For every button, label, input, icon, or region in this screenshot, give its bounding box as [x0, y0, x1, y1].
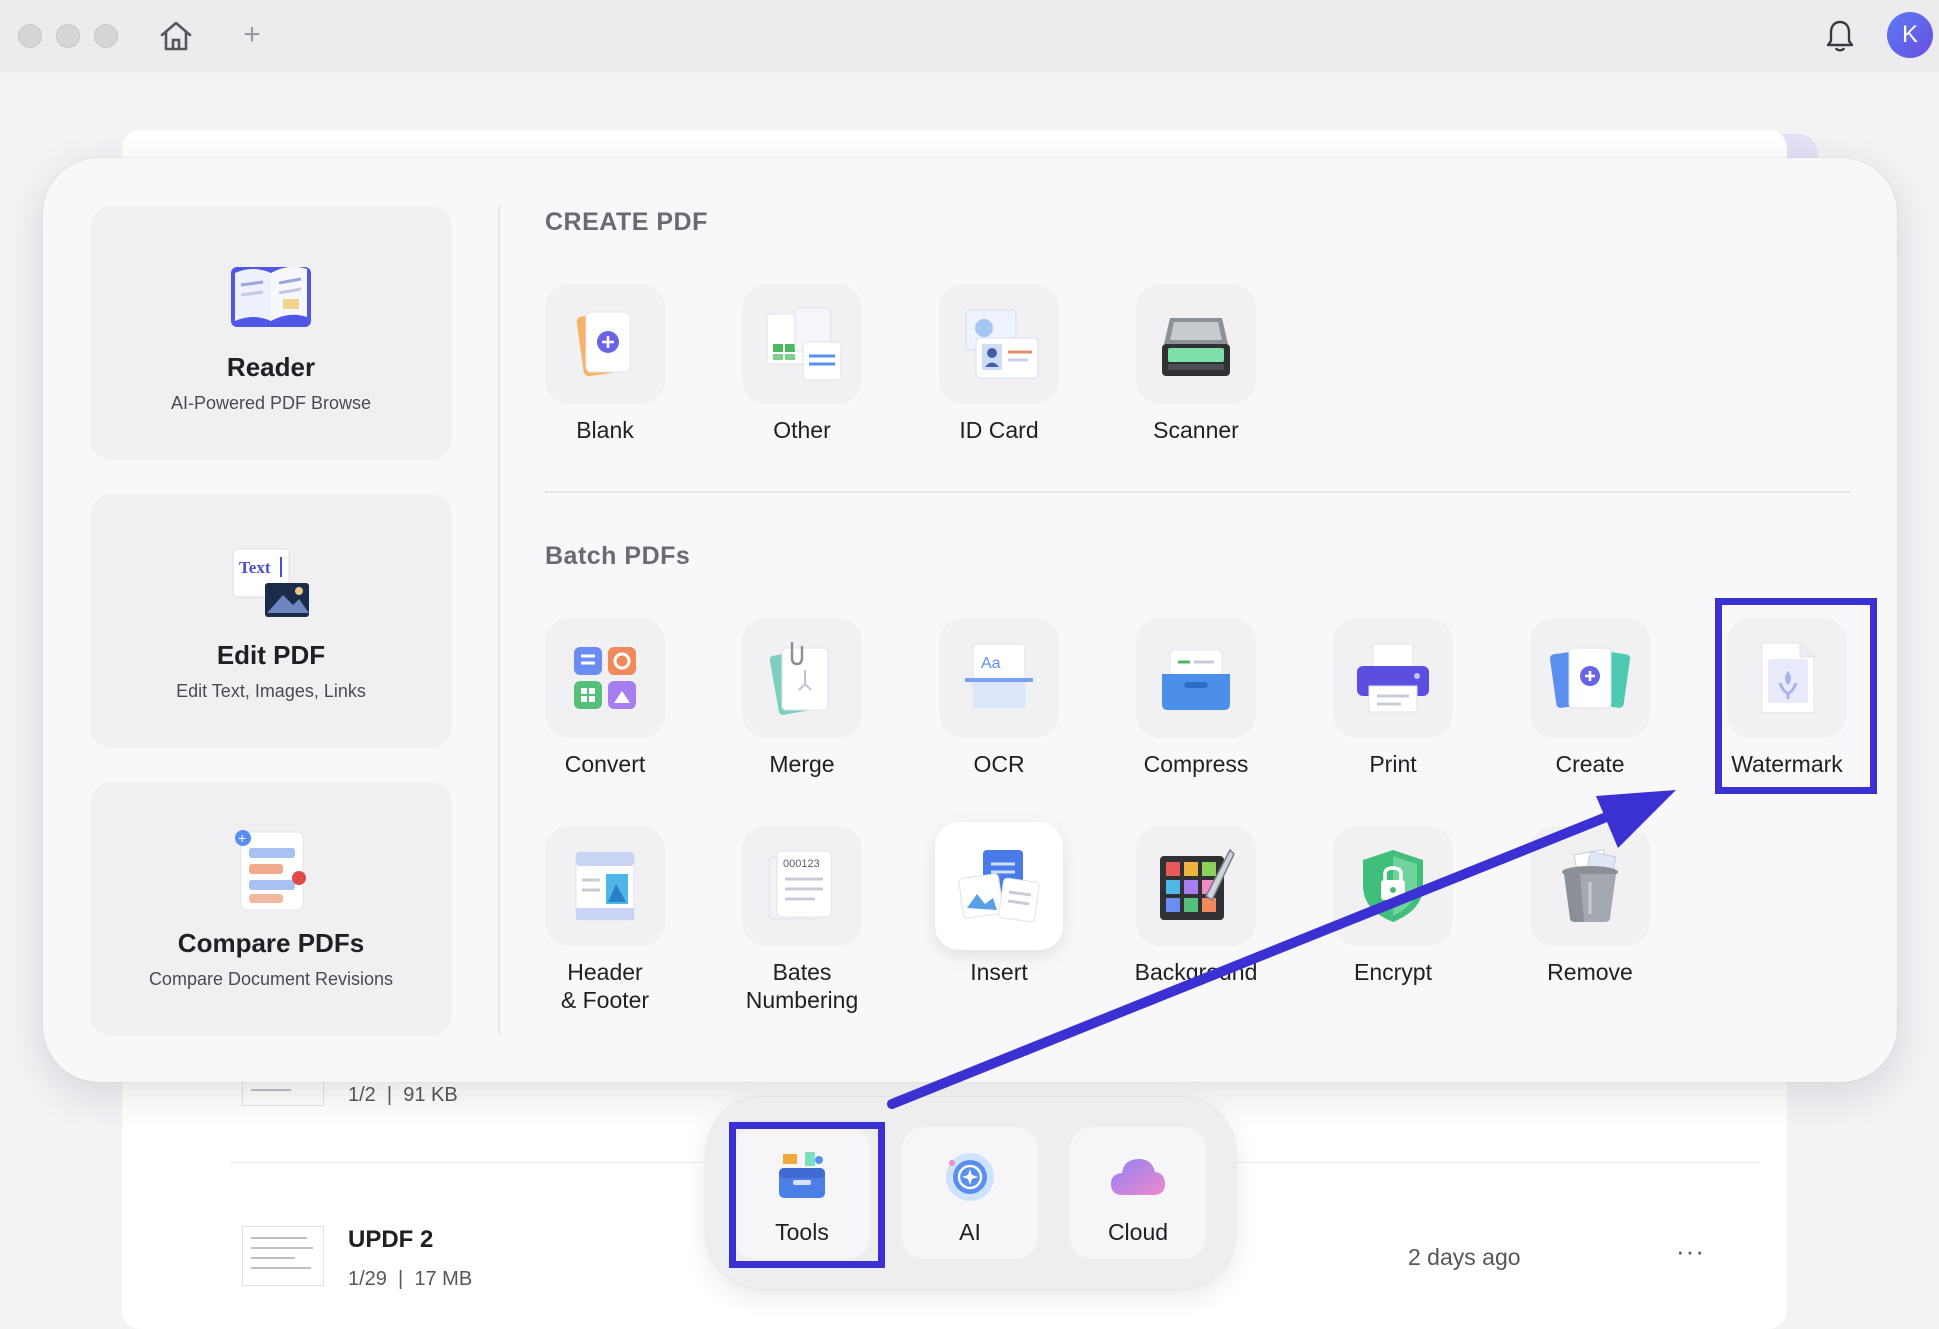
ocr-icon: Aa	[939, 618, 1059, 738]
tool-id-card[interactable]: ID Card	[900, 284, 1098, 464]
tool-label: Remove	[1547, 959, 1633, 985]
tool-header-footer[interactable]: Header & Footer	[506, 826, 704, 1013]
bates-numbering-icon: 000123	[742, 826, 862, 946]
edit-pdf-icon: Text	[229, 538, 313, 628]
edit-pdf-title: Edit PDF	[216, 640, 326, 670]
tool-label: Bates Numbering	[745, 959, 859, 1013]
tool-other[interactable]: Other	[703, 284, 901, 464]
encrypt-icon	[1333, 826, 1453, 946]
file-thumbnail	[242, 1226, 324, 1286]
tool-bates-numbering[interactable]: 000123 Bates Numbering	[703, 826, 901, 1013]
svg-text:Text: Text	[239, 558, 271, 577]
scanner-icon	[1136, 284, 1256, 404]
user-avatar[interactable]: K	[1887, 12, 1933, 58]
create-pdf-heading: CREATE PDF	[545, 208, 708, 236]
tool-label: Create	[1555, 751, 1625, 777]
tool-label: Background	[1134, 959, 1258, 985]
notification-bell-icon[interactable]	[1822, 16, 1858, 56]
dock-cloud-button[interactable]: Cloud	[1070, 1127, 1206, 1259]
tool-label: Insert	[970, 959, 1028, 985]
other-icon	[742, 284, 862, 404]
close-window-button[interactable]	[18, 24, 42, 48]
create-icon	[1530, 618, 1650, 738]
tool-print[interactable]: Print	[1294, 618, 1492, 798]
compress-icon	[1136, 618, 1256, 738]
tools-highlight-box	[729, 1122, 885, 1268]
compare-pdfs-title: Compare PDFs	[177, 928, 365, 958]
print-icon	[1333, 618, 1453, 738]
file-date: 2 days ago	[1408, 1244, 1521, 1270]
more-options-icon[interactable]: ···	[1676, 1236, 1705, 1267]
title-bar: + K	[0, 0, 1939, 72]
tool-label: Merge	[769, 751, 835, 777]
svg-text:000123: 000123	[783, 858, 820, 870]
tool-label: Convert	[564, 751, 646, 777]
compare-pdfs-icon: +	[231, 826, 311, 916]
ai-icon	[942, 1149, 998, 1205]
tool-background[interactable]: Background	[1097, 826, 1295, 1006]
dock-label: Cloud	[1107, 1219, 1169, 1245]
dock-label: AI	[959, 1219, 981, 1245]
file-meta: 1/29 | 17 MB	[348, 1268, 473, 1290]
new-tab-button[interactable]: +	[236, 18, 268, 54]
tool-label: OCR	[973, 751, 1025, 777]
watermark-highlight-box	[1715, 598, 1877, 794]
tool-label: Blank	[576, 417, 634, 443]
tool-label: Print	[1369, 751, 1417, 777]
file-meta: 1/2 | 91 KB	[348, 1084, 458, 1106]
tool-remove[interactable]: Remove	[1491, 826, 1689, 1006]
tool-merge[interactable]: Merge	[703, 618, 901, 798]
svg-text:+: +	[238, 830, 246, 846]
compare-pdfs-subtitle: Compare Document Revisions	[148, 969, 394, 989]
reader-subtitle: AI-Powered PDF Browse	[170, 393, 372, 413]
edit-pdf-card[interactable]: Text Edit PDF Edit Text, Images, Links	[90, 494, 452, 748]
blank-icon	[545, 284, 665, 404]
insert-icon	[935, 822, 1063, 950]
tool-label: Scanner	[1153, 417, 1239, 443]
section-divider	[545, 491, 1851, 493]
tool-ocr[interactable]: Aa OCR	[900, 618, 1098, 798]
reader-card[interactable]: Reader AI-Powered PDF Browse	[90, 206, 452, 460]
tool-label: ID Card	[959, 417, 1039, 443]
reader-icon	[225, 250, 317, 340]
header-footer-icon	[545, 826, 665, 946]
tool-compress[interactable]: Compress	[1097, 618, 1295, 798]
tool-label: Header & Footer	[560, 959, 650, 1013]
batch-pdfs-heading: Batch PDFs	[545, 542, 691, 570]
tool-convert[interactable]: Convert	[506, 618, 704, 798]
tool-encrypt[interactable]: Encrypt	[1294, 826, 1492, 1006]
home-icon[interactable]	[156, 16, 196, 56]
tool-label: Encrypt	[1354, 959, 1432, 985]
file-name: UPDF 2	[348, 1226, 434, 1253]
merge-icon	[742, 618, 862, 738]
tool-create[interactable]: Create	[1491, 618, 1689, 798]
background-icon	[1136, 826, 1256, 946]
tools-panel: Reader AI-Powered PDF Browse Text Edit P…	[43, 158, 1897, 1082]
tool-blank[interactable]: Blank	[506, 284, 704, 464]
reader-title: Reader	[226, 352, 316, 382]
tool-insert[interactable]: Insert	[900, 822, 1098, 1006]
compare-pdfs-card[interactable]: + Compare PDFs Compare Document Revision…	[90, 782, 452, 1036]
panel-divider	[498, 206, 500, 1034]
edit-pdf-subtitle: Edit Text, Images, Links	[176, 681, 366, 701]
zoom-window-button[interactable]	[94, 24, 118, 48]
cloud-icon	[1109, 1149, 1167, 1205]
tool-label: Other	[773, 417, 831, 443]
convert-icon	[545, 618, 665, 738]
tool-label: Compress	[1143, 751, 1249, 777]
remove-icon	[1530, 826, 1650, 946]
id-card-icon	[939, 284, 1059, 404]
svg-text:Aa: Aa	[981, 655, 1001, 672]
dock-ai-button[interactable]: AI	[902, 1127, 1038, 1259]
tool-scanner[interactable]: Scanner	[1097, 284, 1295, 464]
minimize-window-button[interactable]	[56, 24, 80, 48]
